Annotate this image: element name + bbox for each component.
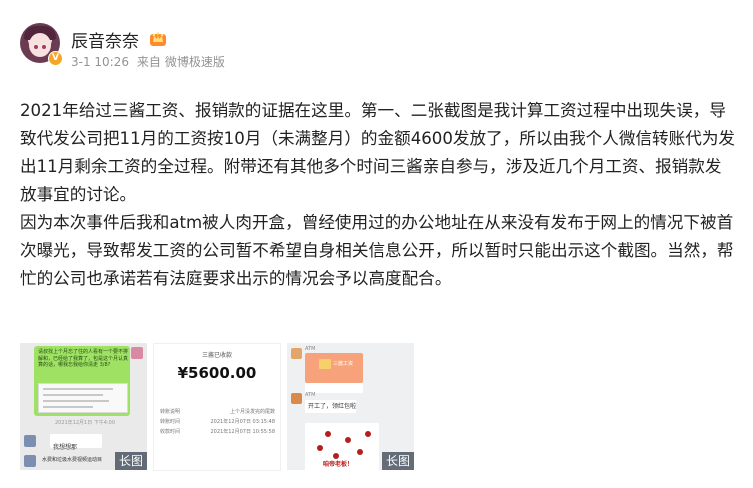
post-image-2[interactable]: 三酱已收款 ¥5600.00 转账说明 上个月没发完的尾数 转账时间 2021年12… [153, 343, 281, 471]
weibo-post: V 辰音奈奈 3-1 10:26 来自 微博极速版 2021年给过三酱工资、报销款… [0, 0, 753, 488]
meme-image: 咱帝老板！ [305, 423, 379, 470]
transfer-amount: ¥5600.00 [177, 364, 257, 382]
post-paragraph-1: 2021年给过三酱工资、报销款的证据在这里。第一、二张截图是我计算工资过程中出现… [20, 101, 736, 204]
red-packet-card: 三酱工资 [305, 353, 363, 383]
post-paragraph-2: 因为本次事件后我和atm被人肉开盒，曾经使用过的办公地址在从来没有发布于网上的情… [20, 213, 734, 288]
spreadsheet-snippet [38, 383, 128, 413]
post-image-1[interactable]: 请叔找上个月忘了住的人看有一个要不排解和，已经给了我算了，包是这个月认真算的话，… [20, 343, 147, 470]
long-image-tag: 长图 [114, 452, 147, 470]
post-image-3[interactable]: ATM 三酱工资 ATM 开工了，领红包啦 咱帝老板！ 长图 [287, 343, 414, 470]
avatar-face [29, 33, 51, 57]
chat-avatar [291, 348, 302, 359]
post-date[interactable]: 3-1 10:26 [71, 55, 129, 69]
post-meta: 3-1 10:26 来自 微博极速版 [71, 53, 229, 70]
source-prefix: 来自 [136, 55, 161, 69]
crown-badge-icon [150, 32, 166, 46]
long-image-tag: 长图 [381, 452, 414, 470]
post-source[interactable]: 微博极速版 [165, 55, 225, 69]
verified-icon: V [48, 51, 63, 66]
chat-avatar [131, 347, 143, 359]
post-content: 2021年给过三酱工资、报销款的证据在这里。第一、二张截图是我计算工资过程中出现… [20, 97, 736, 293]
username[interactable]: 辰音奈奈 [71, 27, 139, 52]
